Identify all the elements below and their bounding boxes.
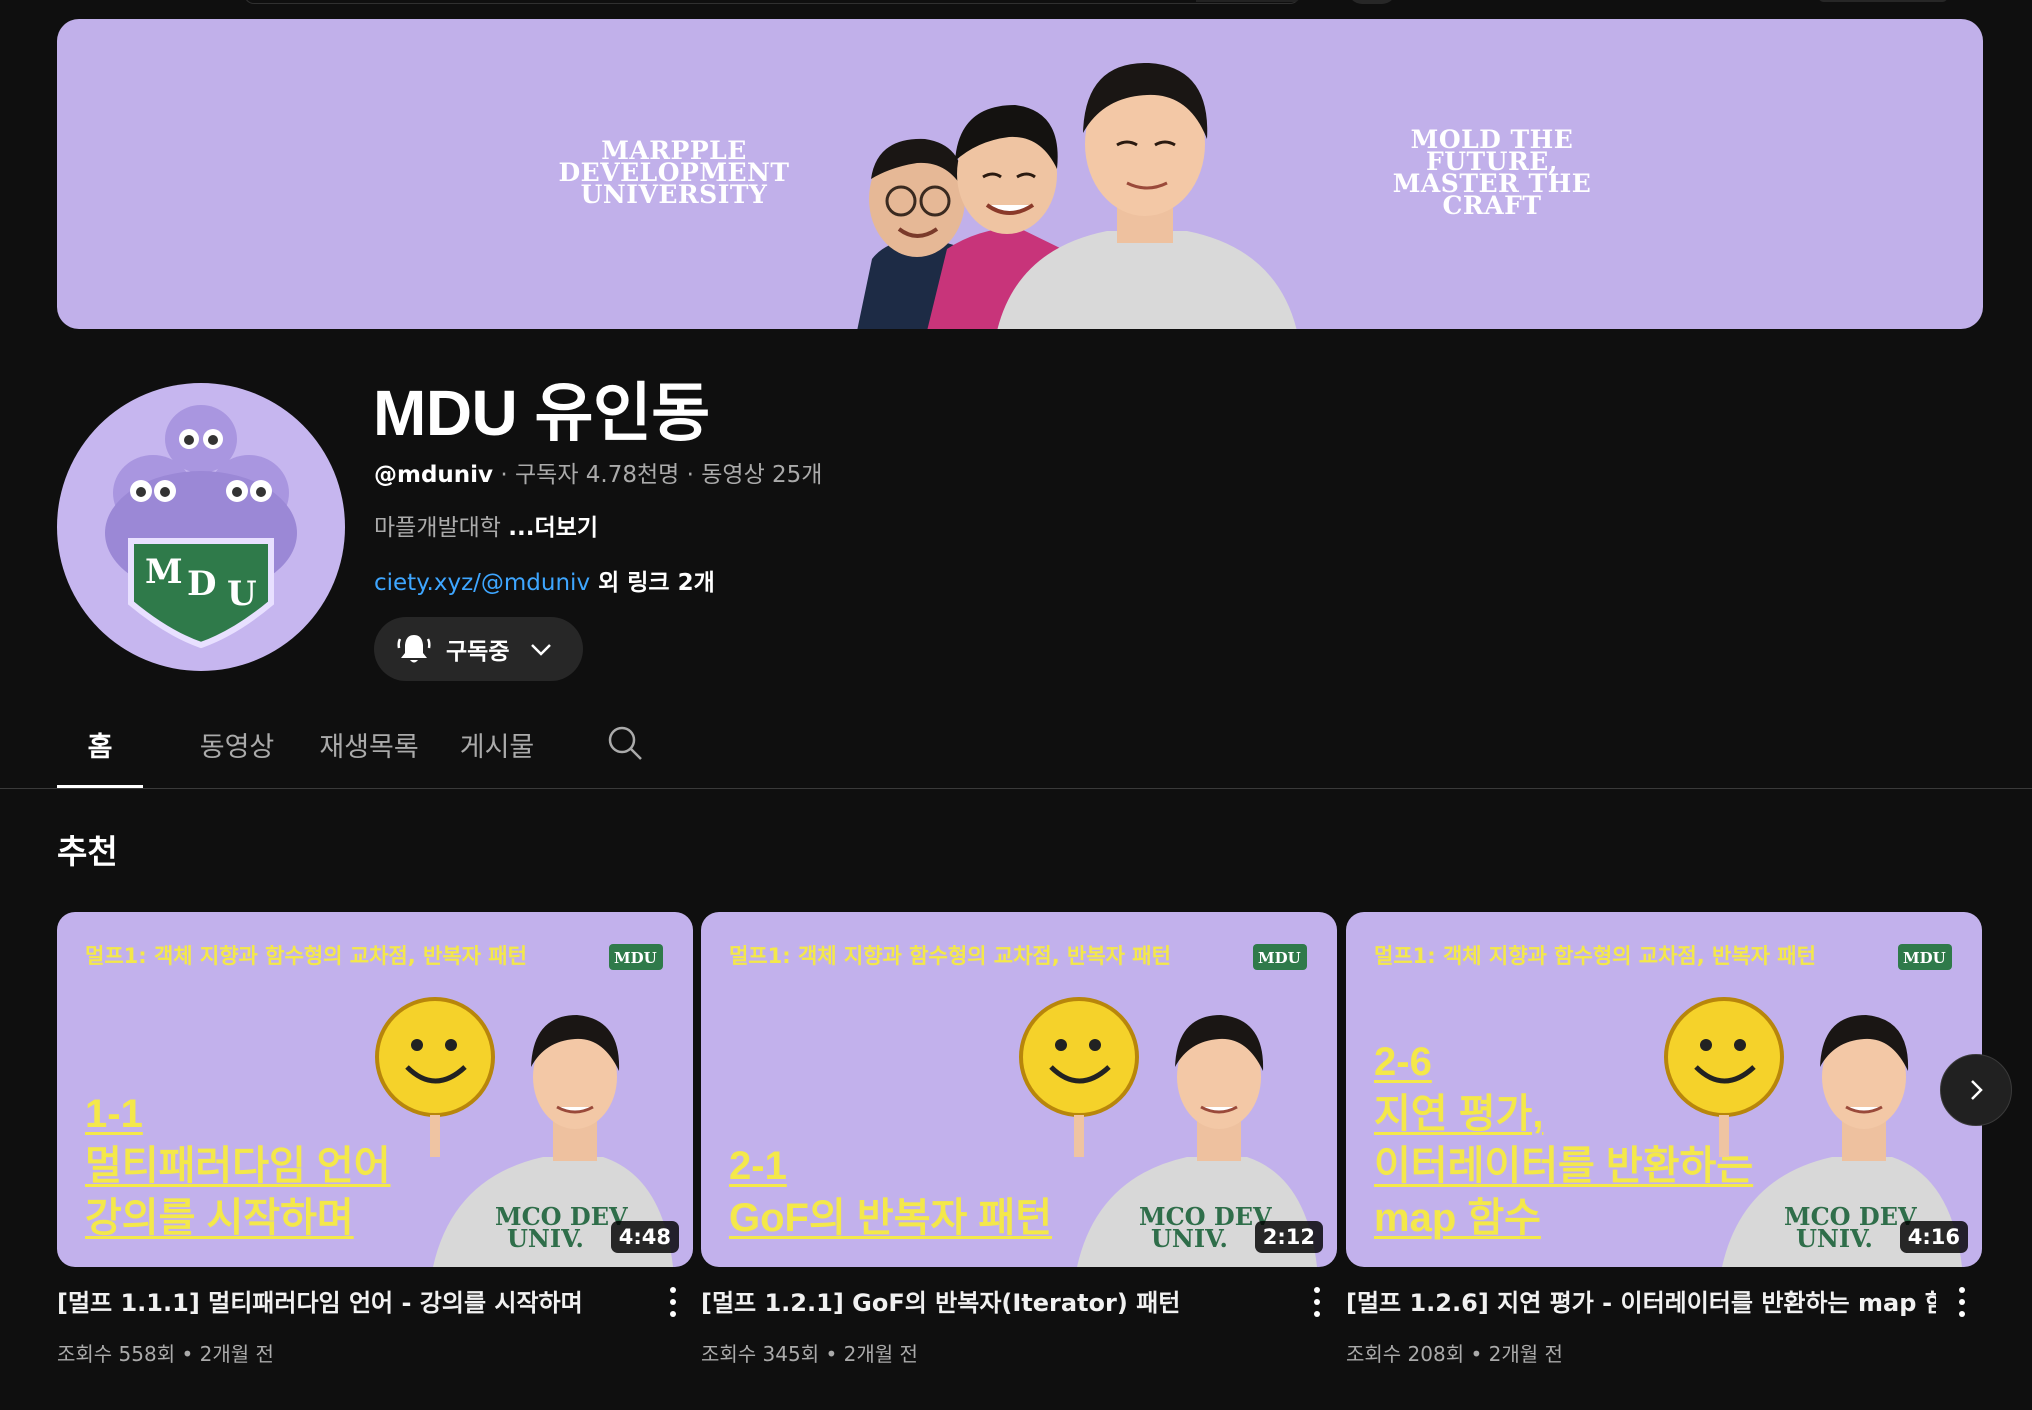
- video-card[interactable]: 멀프1: 객체 지향과 함수형의 교차점, 반복자 패턴 MDU 2-1 GoF…: [701, 912, 1337, 1367]
- video-duration: 4:48: [610, 1221, 679, 1253]
- chevron-down-icon: [531, 644, 552, 656]
- video-meta: 조회수 208회 • 2개월 전: [1346, 1342, 1563, 1366]
- thumbnail-line-2: 멀티패러다임 언어: [85, 1144, 391, 1188]
- voice-search-button[interactable]: [1348, 0, 1396, 4]
- channel-links[interactable]: ciety.xyz/@mduniv 외 링크 2개: [374, 563, 715, 597]
- svg-text:M: M: [145, 552, 183, 592]
- description-more-link[interactable]: ...더보기: [508, 515, 598, 541]
- search-icon[interactable]: [605, 723, 645, 763]
- video-thumbnail[interactable]: 멀프1: 객체 지향과 함수형의 교차점, 반복자 패턴 MDU 2-1 GoF…: [701, 912, 1337, 1267]
- thumbnail-series-title: 멀프1: 객체 지향과 함수형의 교차점, 반복자 패턴: [729, 944, 1171, 968]
- channel-description[interactable]: 마플개발대학 ...더보기: [374, 508, 598, 542]
- account-button[interactable]: [1818, 0, 1948, 2]
- tab-home-label: 홈: [87, 731, 113, 763]
- tab-posts[interactable]: 게시물: [452, 700, 542, 788]
- banner-right-text: MOLD THE FUTURE, MASTER THE CRAFT: [1392, 125, 1592, 220]
- svg-text:MDU: MDU: [614, 949, 657, 967]
- thumbnail-series-title: 멀프1: 객체 지향과 함수형의 교차점, 반복자 패턴: [1374, 944, 1816, 968]
- thumbnail-line-2: GoF의 반복자 패턴: [729, 1196, 1053, 1240]
- channel-link[interactable]: ciety.xyz/@mduniv: [374, 570, 590, 596]
- chevron-right-icon: [1971, 1080, 1983, 1100]
- thumbnail-line-1: 2-6: [1374, 1040, 1432, 1084]
- more-vert-icon[interactable]: [1305, 1282, 1329, 1322]
- video-card[interactable]: 멀프1: 객체 지향과 함수형의 교차점, 반복자 패턴 MDU 1-1 멀티패…: [57, 912, 693, 1367]
- thumbnail-line-1: 1-1: [85, 1092, 143, 1136]
- video-thumbnail[interactable]: 멀프1: 객체 지향과 함수형의 교차점, 반복자 패턴 MDU 1-1 멀티패…: [57, 912, 693, 1267]
- tab-videos[interactable]: 동영상: [187, 700, 287, 788]
- thumbnail-series-title: 멀프1: 객체 지향과 함수형의 교차점, 반복자 패턴: [85, 944, 527, 968]
- video-thumbnail[interactable]: 멀프1: 객체 지향과 함수형의 교차점, 반복자 패턴 MDU 2-6 지연 …: [1346, 912, 1982, 1267]
- channel-avatar[interactable]: M D U: [57, 383, 345, 671]
- svg-text:MDU: MDU: [1903, 949, 1946, 967]
- channel-stats: · 구독자 4.78천명 · 동영상 25개: [493, 462, 823, 488]
- banner-people-image: [857, 62, 1297, 329]
- video-meta: 조회수 558회 • 2개월 전: [57, 1342, 274, 1366]
- channel-name: MDU 유인동: [373, 377, 710, 449]
- video-title[interactable]: [멀프 1.1.1] 멀티패러다임 언어 - 강의를 시작하며: [57, 1283, 647, 1318]
- video-title[interactable]: [멀프 1.2.6] 지연 평가 - 이터레이터를 반환하는 map 함수: [1346, 1283, 1936, 1318]
- more-links-link[interactable]: 외 링크 2개: [590, 570, 715, 596]
- owl-logo-icon: M D U: [105, 405, 297, 649]
- carousel-next-button[interactable]: [1940, 1054, 2012, 1126]
- thumbnail-line-3: 강의를 시작하며: [85, 1196, 354, 1240]
- svg-text:U: U: [227, 574, 257, 614]
- tab-playlists[interactable]: 재생목록: [314, 700, 424, 788]
- bell-icon: [397, 635, 431, 663]
- subscribed-button[interactable]: 구독중: [374, 617, 583, 681]
- thumbnail-line-4: map 함수: [1374, 1196, 1541, 1240]
- more-vert-icon[interactable]: [661, 1282, 685, 1322]
- video-duration: 4:16: [1899, 1221, 1968, 1253]
- thumbnail-line-1: 2-1: [729, 1144, 787, 1188]
- video-duration: 2:12: [1254, 1221, 1323, 1253]
- tab-videos-label: 동영상: [199, 731, 275, 763]
- tab-posts-label: 게시물: [459, 731, 535, 763]
- tab-home[interactable]: 홈: [57, 700, 143, 788]
- video-title[interactable]: [멀프 1.2.1] GoF의 반복자(Iterator) 패턴: [701, 1283, 1291, 1318]
- search-button[interactable]: [1196, 0, 1300, 2]
- top-bar: [0, 0, 2032, 18]
- tab-playlists-label: 재생목록: [319, 731, 419, 763]
- channel-handle: @mduniv: [374, 462, 494, 488]
- channel-banner: MARPPLE DEVELOPMENT UNIVERSITY MOLD THE …: [57, 19, 1983, 329]
- more-vert-icon[interactable]: [1950, 1282, 1974, 1322]
- tabs-divider: [0, 788, 2032, 789]
- video-meta: 조회수 345회 • 2개월 전: [701, 1342, 918, 1366]
- banner-left-text: MARPPLE DEVELOPMENT UNIVERSITY: [558, 136, 790, 209]
- section-title: 추천: [57, 832, 118, 871]
- svg-text:MDU: MDU: [1258, 949, 1301, 967]
- channel-meta: @mduniv · 구독자 4.78천명 · 동영상 25개: [374, 455, 822, 489]
- video-card[interactable]: 멀프1: 객체 지향과 함수형의 교차점, 반복자 패턴 MDU 2-6 지연 …: [1346, 912, 1982, 1367]
- svg-text:D: D: [187, 564, 216, 604]
- subscribed-label: 구독중: [446, 639, 510, 665]
- description-text: 마플개발대학: [374, 515, 509, 541]
- thumbnail-line-2: 지연 평가,: [1374, 1092, 1544, 1136]
- search-box[interactable]: [244, 0, 1300, 4]
